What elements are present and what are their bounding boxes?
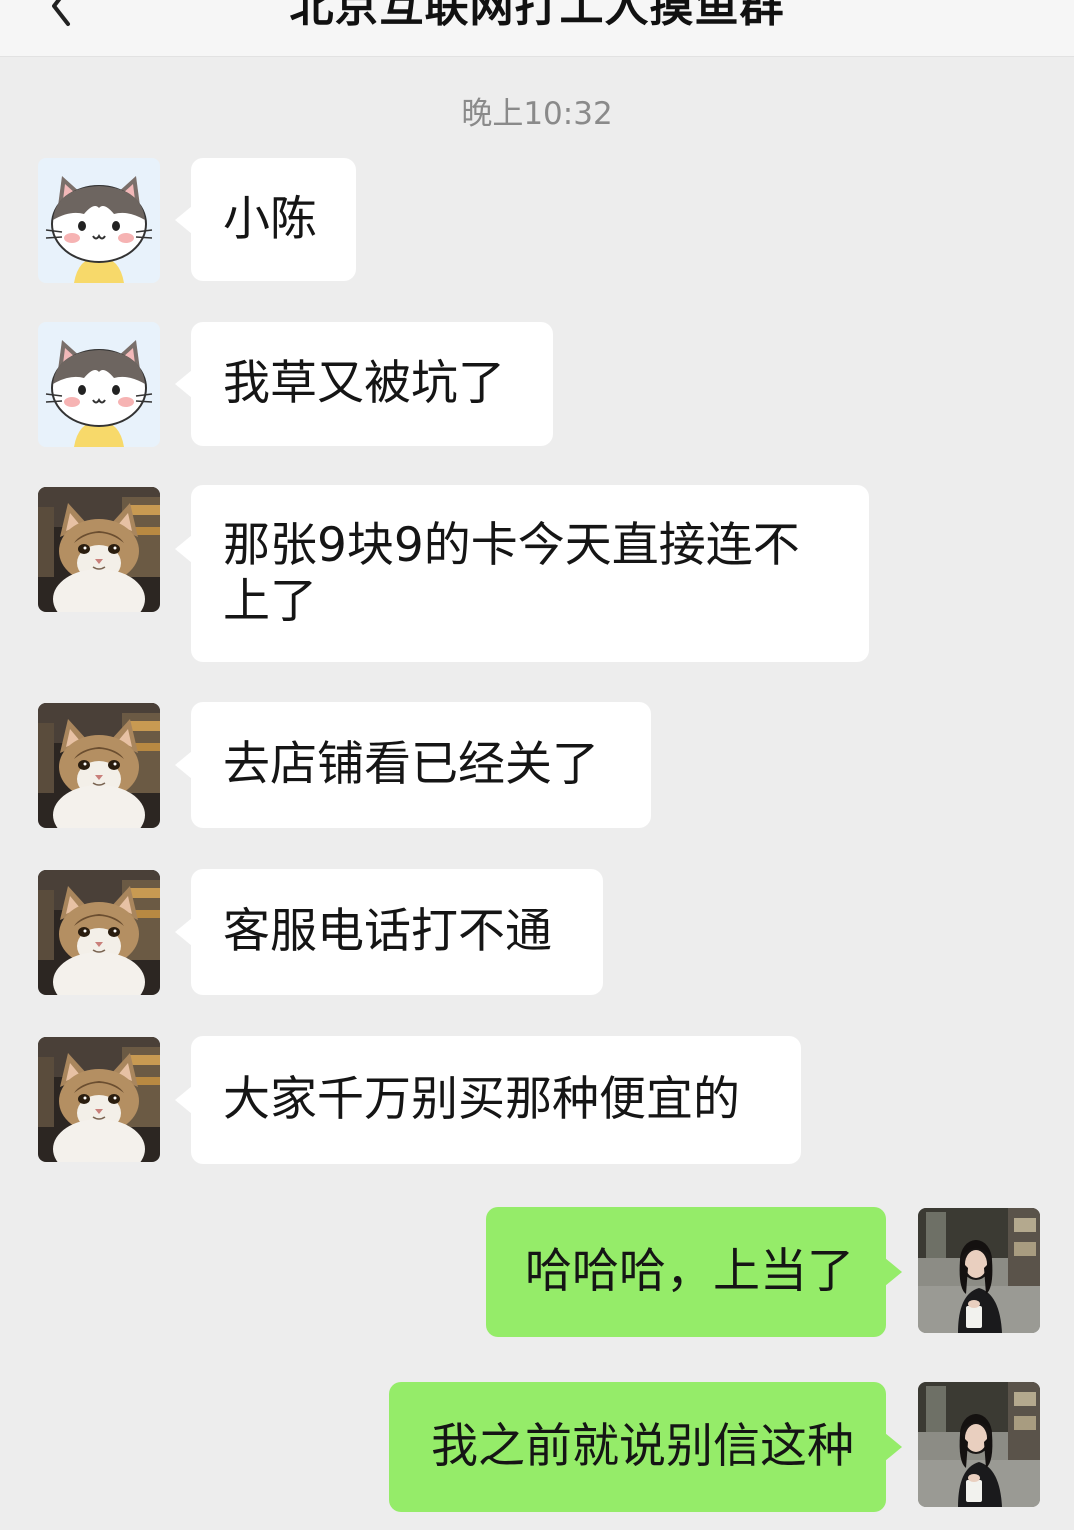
photo-cat-avatar[interactable] (38, 703, 160, 828)
photo-woman-avatar[interactable] (918, 1208, 1040, 1333)
message-text: 大家千万别买那种便宜的 (223, 1072, 740, 1127)
message-bubble-sent[interactable]: 哈哈哈，上当了 (486, 1207, 902, 1337)
photo-cat-avatar[interactable] (38, 870, 160, 995)
chat-header: 北京互联网打工人摸鱼群 (0, 0, 1074, 57)
message-bubble-sent[interactable]: 我之前就说别信这种 (389, 1382, 902, 1512)
message-text: 那张9块9的卡今天直接连不上了 (223, 517, 800, 629)
message-bubble[interactable]: 那张9块9的卡今天直接连不上了 (175, 485, 869, 662)
photo-woman-avatar[interactable] (918, 1382, 1040, 1507)
message-timestamp: 晚上10:32 (461, 96, 613, 132)
photo-cat-avatar[interactable] (38, 487, 160, 612)
message-text: 我之前就说别信这种 (431, 1419, 854, 1474)
message-bubble[interactable]: 去店铺看已经关了 (175, 702, 651, 828)
photo-cat-avatar[interactable] (38, 1037, 160, 1162)
message-bubble[interactable]: 大家千万别买那种便宜的 (175, 1036, 801, 1164)
message-text: 小陈 (223, 191, 317, 247)
message-bubble[interactable]: 小陈 (175, 158, 356, 281)
message-text: 去店铺看已经关了 (223, 737, 599, 792)
message-text: 客服电话打不通 (223, 904, 552, 959)
chat-title: 北京互联网打工人摸鱼群 (289, 0, 785, 32)
message-text: 我草又被坑了 (223, 356, 505, 411)
message-text: 哈哈哈，上当了 (525, 1244, 854, 1299)
cartoon-cat-avatar[interactable] (38, 158, 160, 283)
message-bubble[interactable]: 客服电话打不通 (175, 869, 603, 995)
cartoon-cat-avatar[interactable] (38, 322, 160, 447)
message-bubble[interactable]: 我草又被坑了 (175, 322, 553, 446)
